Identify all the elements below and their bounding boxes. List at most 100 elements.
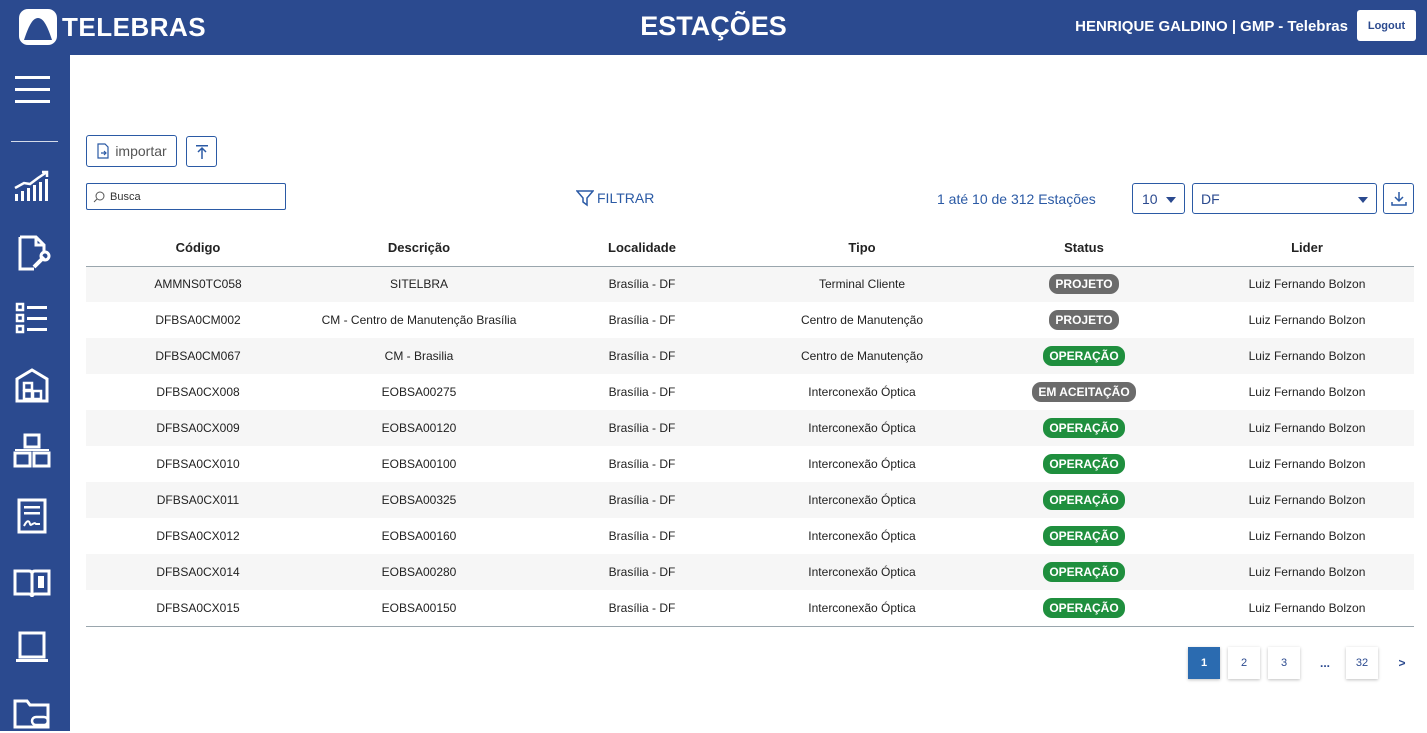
table-row[interactable]: DFBSA0CX014 EOBSA00280 Brasília - DF Interc…: [86, 554, 1414, 590]
cell-localidade: Brasília - DF: [608, 277, 676, 292]
status-badge: EM ACEITAÇÃO: [1032, 382, 1136, 402]
cell-codigo[interactable]: DFBSA0CX009: [86, 410, 310, 446]
manual-icon[interactable]: [12, 562, 52, 602]
warehouse-icon[interactable]: [12, 365, 52, 405]
col-header-codigo[interactable]: Código: [86, 230, 310, 267]
cell-status: OPERAÇÃO: [968, 590, 1200, 627]
cell-status: EM ACEITAÇÃO: [968, 374, 1200, 410]
uf-value: DF: [1201, 190, 1220, 207]
page-3-button[interactable]: 3: [1268, 647, 1300, 679]
page-size-select[interactable]: 10: [1132, 183, 1185, 214]
status-badge: OPERAÇÃO: [1043, 597, 1125, 618]
status-badge: OPERAÇÃO: [1043, 454, 1125, 474]
document-wrench-icon[interactable]: [12, 233, 52, 273]
cell-tipo: Interconexão Óptica: [808, 493, 916, 507]
status-badge: OPERAÇÃO: [1043, 418, 1125, 438]
logo-text: TELEBRAS: [62, 11, 207, 42]
cell-tipo: Interconexão Óptica: [808, 565, 916, 579]
cell-codigo[interactable]: DFBSA0CX012: [86, 518, 310, 554]
col-header-lider[interactable]: Lider: [1200, 230, 1414, 267]
col-header-tipo[interactable]: Tipo: [756, 230, 968, 267]
cell-status: PROJETO: [968, 266, 1200, 302]
funnel-icon: [576, 190, 594, 207]
cell-descricao: EOBSA00275: [381, 385, 457, 399]
chevron-down-icon: [1358, 197, 1368, 203]
status-badge: OPERAÇÃO: [1043, 490, 1125, 510]
cell-lider: Luiz Fernando Bolzon: [1248, 457, 1366, 471]
cell-descricao: EOBSA00100: [381, 457, 457, 471]
download-icon: [1390, 191, 1407, 206]
cell-codigo[interactable]: DFBSA0CM002: [86, 302, 310, 338]
list-icon[interactable]: [12, 298, 52, 338]
cell-tipo: Interconexão Óptica: [808, 385, 916, 399]
pagination: 1 2 3 ... 32 >: [1188, 647, 1418, 679]
page-2-button[interactable]: 2: [1228, 647, 1260, 679]
cell-localidade: Brasília - DF: [608, 565, 676, 579]
upload-icon: [195, 144, 208, 159]
table-row[interactable]: DFBSA0CX010 EOBSA00100 Brasília - DF Interc…: [86, 446, 1414, 482]
page-size-value: 10: [1142, 190, 1158, 207]
cell-descricao: EOBSA00280: [381, 565, 457, 579]
cell-status: OPERAÇÃO: [968, 338, 1200, 374]
upload-button[interactable]: [186, 136, 217, 167]
download-button[interactable]: [1383, 183, 1414, 214]
chart-icon[interactable]: [12, 166, 52, 206]
table-row[interactable]: DFBSA0CM067 CM - Brasilia Brasília - DF Cen…: [86, 338, 1414, 374]
status-badge: PROJETO: [1049, 274, 1119, 295]
page-last-button[interactable]: 32: [1346, 647, 1378, 679]
boxes-icon[interactable]: [12, 431, 52, 471]
top-bar: TELEBRAS ESTAÇÕES HENRIQUE GALDINO | GMP…: [0, 0, 1427, 55]
cell-localidade: Brasília - DF: [608, 457, 676, 471]
page-1-button[interactable]: 1: [1188, 647, 1220, 679]
cell-codigo[interactable]: DFBSA0CX014: [86, 554, 310, 590]
col-header-descricao[interactable]: Descrição: [310, 230, 528, 267]
cell-localidade: Brasília - DF: [608, 529, 676, 543]
import-button[interactable]: importar: [86, 135, 177, 167]
form-icon[interactable]: [12, 496, 52, 536]
sidebar: [0, 55, 70, 731]
logo[interactable]: TELEBRAS: [18, 8, 206, 46]
cell-codigo[interactable]: DFBSA0CX015: [86, 590, 310, 627]
cell-lider: Luiz Fernando Bolzon: [1200, 590, 1414, 627]
cell-codigo[interactable]: AMMNS0TC058: [86, 266, 310, 302]
filter-button[interactable]: FILTRAR: [576, 189, 654, 207]
search-box: [86, 183, 286, 210]
user-name: HENRIQUE GALDINO | GMP - Telebras: [1075, 18, 1348, 35]
cell-localidade: Brasília - DF: [608, 421, 676, 435]
laptop-icon[interactable]: [12, 627, 52, 667]
table-row[interactable]: DFBSA0CX011 EOBSA00325 Brasília - DF Interc…: [86, 482, 1414, 518]
cell-codigo[interactable]: DFBSA0CX011: [86, 482, 310, 518]
table-row[interactable]: DFBSA0CM002 CM - Centro de Manutenção Bra…: [86, 302, 1414, 338]
cell-lider: Luiz Fernando Bolzon: [1248, 565, 1366, 579]
cell-tipo: Interconexão Óptica: [808, 457, 916, 471]
menu-icon[interactable]: [12, 70, 52, 110]
table-row[interactable]: AMMNS0TC058 SITELBRA Brasília - DF Terminal…: [86, 266, 1414, 302]
uf-select[interactable]: DF: [1192, 183, 1377, 214]
cell-tipo: Terminal Cliente: [818, 277, 906, 292]
cell-descricao: SITELBRA: [389, 277, 449, 292]
cell-localidade: Brasília - DF: [608, 493, 676, 507]
cell-localidade: Brasília - DF: [608, 349, 676, 363]
table-row[interactable]: DFBSA0CX015 EOBSA00150 Brasília - DF Interc…: [86, 590, 1414, 627]
cell-status: OPERAÇÃO: [968, 482, 1200, 518]
status-badge: OPERAÇÃO: [1043, 526, 1125, 546]
stations-table: Código Descrição Localidade Tipo Status …: [86, 230, 1414, 627]
cell-codigo[interactable]: DFBSA0CM067: [86, 338, 310, 374]
cell-descricao: EOBSA00325: [381, 493, 457, 507]
pagination-ellipsis: ...: [1319, 656, 1330, 670]
cell-codigo[interactable]: DFBSA0CX008: [86, 374, 310, 410]
table-row[interactable]: DFBSA0CX008 EOBSA00275 Brasília - DF Interc…: [86, 374, 1414, 410]
cell-lider: Luiz Fernando Bolzon: [1248, 493, 1366, 507]
table-row[interactable]: DFBSA0CX012 EOBSA00160 Brasília - DF Interc…: [86, 518, 1414, 554]
cell-codigo[interactable]: DFBSA0CX010: [86, 446, 310, 482]
search-icon: [93, 191, 105, 202]
col-header-localidade[interactable]: Localidade: [528, 230, 756, 267]
logout-button[interactable]: Logout: [1357, 10, 1416, 41]
table-row[interactable]: DFBSA0CX009 EOBSA00120 Brasília - DF Interc…: [86, 410, 1414, 446]
cell-descricao: CM - Centro de Manutenção Brasília: [321, 313, 517, 327]
status-badge: PROJETO: [1049, 310, 1119, 330]
folder-link-icon[interactable]: [12, 693, 52, 733]
next-page-button[interactable]: >: [1386, 656, 1418, 670]
col-header-status[interactable]: Status: [968, 230, 1200, 267]
search-input[interactable]: [110, 190, 280, 203]
